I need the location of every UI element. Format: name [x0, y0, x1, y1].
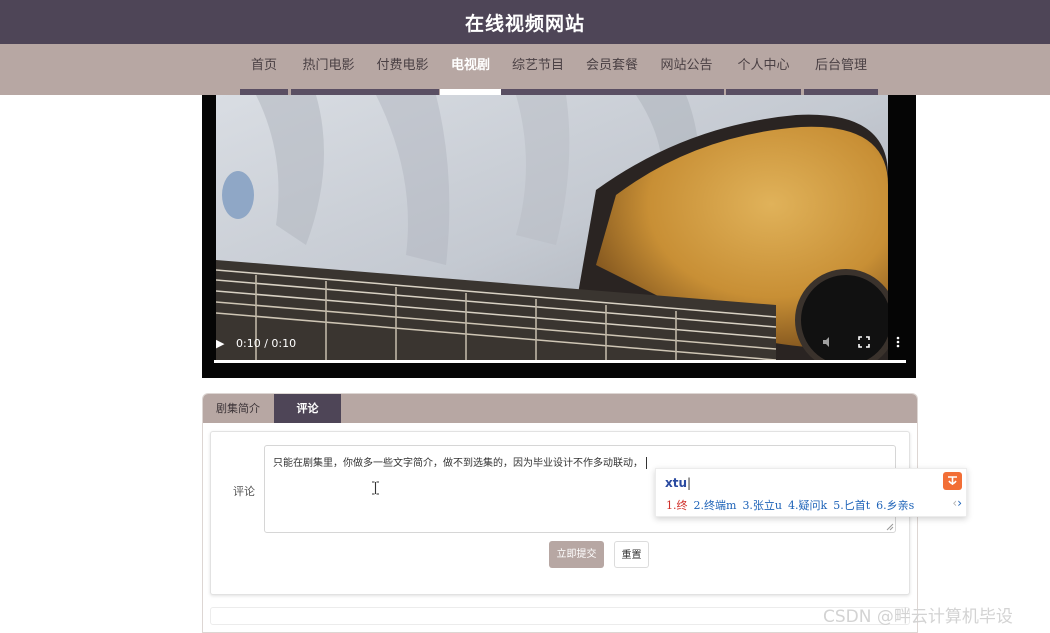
video-frame-image	[216, 95, 888, 363]
ime-candidate[interactable]: 1.终	[666, 499, 688, 512]
nav-item-label: 个人中心	[737, 58, 790, 73]
reset-button[interactable]: 重置	[614, 541, 649, 568]
text-caret	[646, 457, 647, 469]
video-player[interactable]: ▶ 0:10 / 0:10	[202, 95, 916, 378]
nav-item-announcements[interactable]: 网站公告	[649, 44, 724, 95]
ime-candidate[interactable]: 2.终端m	[694, 499, 737, 512]
watermark: CSDN @畔云计算机毕设	[823, 607, 1013, 627]
nav-item-label: 网站公告	[660, 58, 713, 73]
site-header: 在线视频网站	[0, 0, 1050, 44]
nav-item-label: 会员套餐	[585, 58, 638, 73]
nav-item-membership[interactable]: 会员套餐	[575, 44, 649, 95]
volume-icon[interactable]	[822, 336, 834, 351]
video-frame	[216, 95, 888, 363]
nav-item-label: 后台管理	[814, 58, 867, 73]
nav-item-label: 电视剧	[450, 58, 490, 73]
play-icon[interactable]: ▶	[216, 337, 224, 350]
tab-bar: 剧集简介 评论	[203, 394, 917, 423]
ime-input-text: xtu	[665, 476, 688, 490]
main-nav: 首页 热门电影 付费电影 电视剧 综艺节目 会员套餐 网站公告 个人中心 后台管…	[0, 44, 1050, 95]
nav-item-label: 综艺节目	[511, 58, 564, 73]
ime-logo-icon	[943, 472, 962, 490]
nav-item-hot-movies[interactable]: 热门电影	[291, 44, 366, 95]
more-icon[interactable]	[896, 336, 900, 351]
ime-candidate[interactable]: 4.疑问k	[788, 499, 827, 512]
nav-item-home[interactable]: 首页	[240, 44, 288, 95]
time-display: 0:10 / 0:10	[236, 337, 297, 350]
submit-button[interactable]: 立即提交	[549, 541, 604, 568]
ime-candidate-list: 1.终 2.终端m 3.张立u 4.疑问k 5.匕首t 6.乡亲s	[666, 497, 920, 513]
nav-item-profile[interactable]: 个人中心	[726, 44, 801, 95]
comment-label: 评论	[233, 485, 255, 498]
ime-page-nav: ‹›	[952, 496, 962, 510]
text-cursor-icon	[372, 481, 379, 495]
comment-text: 只能在剧集里，你做多一些文字简介，做不到选集的，因为毕业设计不作多动联动，	[273, 454, 647, 469]
ime-input: xtu|	[665, 476, 692, 490]
nav-item-tv-series[interactable]: 电视剧	[440, 44, 501, 95]
comment-value: 只能在剧集里，你做多一些文字简介，做不到选集的，因为毕业设计不作多动联动，	[273, 458, 643, 469]
progress-bar[interactable]	[214, 360, 906, 363]
ime-candidate[interactable]: 6.乡亲s	[876, 499, 914, 512]
ime-candidate[interactable]: 3.张立u	[742, 499, 782, 512]
nav-item-label: 付费电影	[376, 58, 429, 73]
tab-comment[interactable]: 评论	[274, 394, 341, 423]
nav-item-label: 热门电影	[302, 58, 355, 73]
tab-intro[interactable]: 剧集简介	[203, 394, 273, 423]
nav-item-variety[interactable]: 综艺节目	[501, 44, 575, 95]
ime-next-icon[interactable]: ›	[957, 496, 962, 510]
nav-item-paid-movies[interactable]: 付费电影	[366, 44, 439, 95]
resize-handle-icon[interactable]	[886, 523, 894, 531]
fullscreen-icon[interactable]	[858, 336, 870, 351]
nav-item-admin[interactable]: 后台管理	[804, 44, 878, 95]
nav-item-label: 首页	[250, 58, 277, 73]
comment-list-box	[210, 607, 910, 625]
ime-candidate-window: xtu| 1.终 2.终端m 3.张立u 4.疑问k 5.匕首t 6.乡亲s ‹›	[655, 468, 967, 517]
ime-candidate[interactable]: 5.匕首t	[833, 499, 870, 512]
site-title: 在线视频网站	[464, 12, 585, 35]
